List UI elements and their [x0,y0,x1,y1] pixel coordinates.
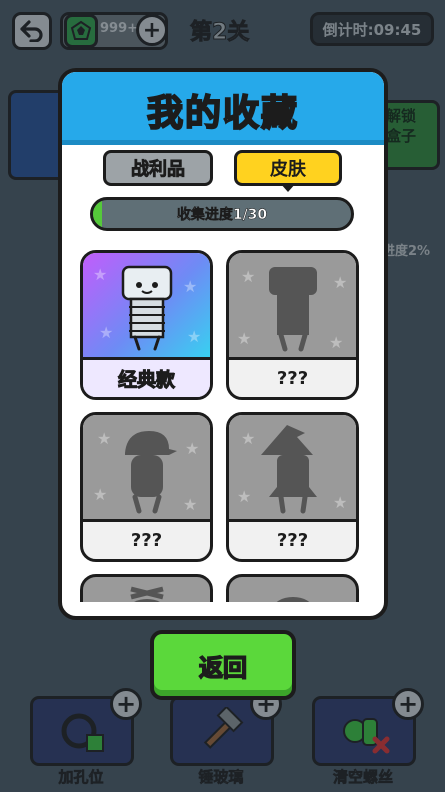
modal-title: 我的收藏 [146,92,299,135]
skin-card-image: ★ ★ ★ ★ [83,253,210,357]
tab-loot[interactable]: 战利品 [103,150,213,186]
star-icon: ★ [333,493,348,512]
star-icon: ★ [93,265,108,284]
star-icon: ★ [185,439,200,458]
star-icon: ★ [237,329,252,348]
star-icon: ★ [183,277,198,296]
collection-progress-label: 收集进度1/30 [176,207,268,224]
star-icon: ★ [237,487,252,506]
skin-card-name: ??? [229,519,356,559]
star-icon: ★ [241,267,256,286]
locked-silhouette-icon [276,597,310,602]
skin-card-locked[interactable] [80,574,213,602]
skin-card-image: ★ ★ ★ [229,415,356,519]
tab-skins[interactable]: 皮肤 [234,150,342,186]
star-icon: ★ [99,323,114,342]
star-icon: ★ [329,333,344,352]
locked-silhouette-icon [125,431,177,514]
skin-card-locked[interactable] [226,574,359,602]
skin-grid: ★ ★ ★ ★ 经典款 ★ ★ ★ ★ ??? ★ ★ ★ ★ ??? ★ ★ … [66,240,380,602]
return-button[interactable]: 返回 [150,630,296,700]
skin-card-image: ★ ★ ★ ★ [83,415,210,519]
modal-header-divider [62,140,384,145]
star-icon: ★ [333,273,348,292]
skin-card-name: ??? [83,519,210,559]
skin-card-image: ★ ★ ★ ★ [229,253,356,357]
skin-card-locked[interactable]: ★ ★ ★ ??? [226,412,359,562]
star-icon: ★ [93,485,108,504]
skin-card-classic[interactable]: ★ ★ ★ ★ 经典款 [80,250,213,400]
propeller-silhouette-icon [130,586,164,602]
locked-silhouette-icon [269,267,317,352]
star-icon: ★ [187,327,202,346]
star-icon: ★ [97,429,112,448]
screw-character-icon [121,265,173,351]
locked-silhouette-icon [261,425,317,514]
tab-selected-pointer [280,183,296,192]
skin-card-locked[interactable]: ★ ★ ★ ★ ??? [80,412,213,562]
skin-card-name: ??? [229,357,356,397]
star-icon: ★ [183,495,198,514]
skin-card-locked[interactable]: ★ ★ ★ ★ ??? [226,250,359,400]
star-icon: ★ [241,429,256,448]
skin-card-name: 经典款 [83,357,210,397]
